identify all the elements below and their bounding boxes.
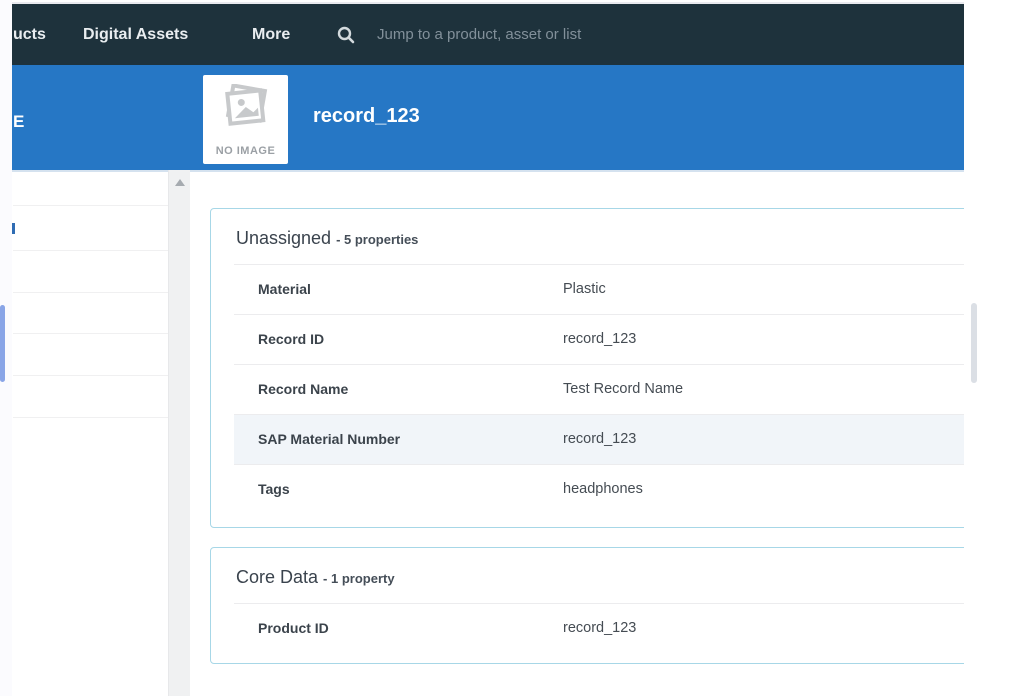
property-label: Record Name xyxy=(258,381,348,397)
record-header: E NO IMAGE record_123 xyxy=(12,65,964,170)
app-window: ucts Digital Assets More Jump to a produ… xyxy=(12,4,964,696)
top-navbar: ucts Digital Assets More Jump to a produ… xyxy=(12,4,964,65)
nav-item-digital-assets[interactable]: Digital Assets xyxy=(83,4,188,65)
table-row[interactable]: Tags headphones xyxy=(234,465,964,515)
property-label: Product ID xyxy=(258,620,329,636)
sidebar-row-divider xyxy=(13,417,168,418)
sidebar-row-divider xyxy=(13,375,168,376)
record-title: record_123 xyxy=(313,105,420,128)
property-value[interactable]: record_123 xyxy=(563,431,636,447)
sidebar-row-divider xyxy=(13,250,168,251)
header-cut-text: E xyxy=(13,112,24,132)
scroll-up-icon[interactable] xyxy=(175,179,185,186)
property-label: Tags xyxy=(258,481,290,497)
card-title-text: Core Data xyxy=(236,567,318,587)
search-icon[interactable] xyxy=(337,26,355,44)
nav-item-more[interactable]: More xyxy=(252,4,290,65)
left-scrollbar-thumb[interactable] xyxy=(0,305,5,382)
property-value[interactable]: record_123 xyxy=(563,620,636,636)
property-card-unassigned: Unassigned - 5 properties Material Plasti… xyxy=(210,208,964,528)
card-title: Core Data - 1 property xyxy=(236,567,395,588)
card-property-count: - 1 property xyxy=(323,571,395,586)
property-label: Material xyxy=(258,281,311,297)
sidebar-row-divider xyxy=(13,205,168,206)
property-value[interactable]: headphones xyxy=(563,481,643,497)
sidebar-scrollbar[interactable] xyxy=(168,170,190,696)
search-input[interactable]: Jump to a product, asset or list xyxy=(377,4,581,65)
card-property-count: - 5 properties xyxy=(336,232,418,247)
card-header: Core Data - 1 property xyxy=(234,548,964,604)
property-value[interactable]: record_123 xyxy=(563,331,636,347)
table-row[interactable]: Record Name Test Record Name xyxy=(234,365,964,415)
table-row-highlighted[interactable]: SAP Material Number record_123 xyxy=(234,415,964,465)
no-image-icon xyxy=(220,84,272,134)
table-row[interactable]: Record ID record_123 xyxy=(234,315,964,365)
content-scrollbar-thumb[interactable] xyxy=(971,303,977,383)
sidebar-row-divider xyxy=(13,333,168,334)
property-rows: Product ID record_123 xyxy=(234,604,964,664)
property-value[interactable]: Test Record Name xyxy=(563,381,683,397)
card-title: Unassigned - 5 properties xyxy=(236,228,418,249)
no-image-label: NO IMAGE xyxy=(203,145,288,157)
table-row[interactable]: Product ID record_123 xyxy=(234,604,964,664)
sidebar-row-divider xyxy=(13,292,168,293)
property-rows: Material Plastic Record ID record_123 Re… xyxy=(234,265,964,515)
property-label: Record ID xyxy=(258,331,324,347)
page: ucts Digital Assets More Jump to a produ… xyxy=(0,0,1010,696)
record-thumbnail[interactable]: NO IMAGE xyxy=(203,75,288,164)
card-header: Unassigned - 5 properties xyxy=(234,209,964,265)
sidebar-clipped-link[interactable] xyxy=(12,223,15,234)
property-card-core-data: Core Data - 1 property Product ID record_… xyxy=(210,547,964,664)
property-value[interactable]: Plastic xyxy=(563,281,606,297)
sidebar-list xyxy=(13,172,168,696)
card-title-text: Unassigned xyxy=(236,228,331,248)
table-row[interactable]: Material Plastic xyxy=(234,265,964,315)
property-label: SAP Material Number xyxy=(258,431,400,447)
nav-item-products-cut[interactable]: ucts xyxy=(13,4,46,65)
